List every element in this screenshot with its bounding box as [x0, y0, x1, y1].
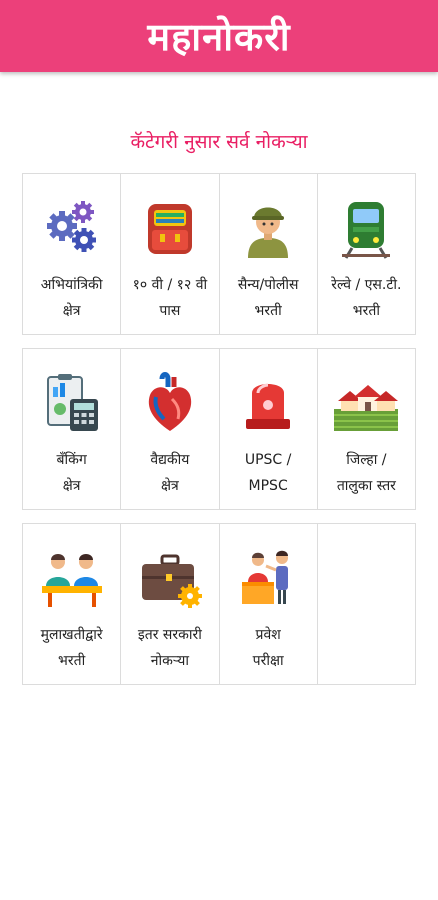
category-banking[interactable]: बँकिंग क्षेत्र	[23, 349, 122, 509]
category-10th-12th[interactable]: १० वी / १२ वी पास	[121, 174, 220, 334]
gears-icon	[46, 201, 96, 252]
backpack-icon	[147, 204, 192, 254]
category-row-3: मुलाखतीद्वारे भरती इतर सरकारी नोकऱ्या प्…	[22, 523, 416, 685]
category-district-taluka[interactable]: जिल्हा / तालुका स्तर	[318, 349, 415, 509]
category-label: वैद्यकीय क्षेत्र	[150, 452, 190, 494]
category-label: सैन्य/पोलीस भरती	[237, 277, 299, 319]
category-heading: कॅटेगरी नुसार सर्व नोकऱ्या	[130, 131, 308, 153]
siren-icon	[246, 383, 291, 429]
category-label: प्रवेश परीक्षा	[252, 627, 284, 669]
category-railway-st[interactable]: रेल्वे / एस.टी. भरती	[318, 174, 415, 334]
category-label: जिल्हा / तालुका स्तर	[336, 452, 396, 494]
calculator-icon	[46, 374, 98, 431]
soldier-icon	[248, 207, 289, 258]
category-row-1: अभियांत्रिकी क्षेत्र १० वी / १२ वी पास स…	[22, 173, 416, 335]
category-medical[interactable]: वैद्यकीय क्षेत्र	[121, 349, 220, 509]
briefcase-icon	[141, 554, 202, 608]
category-empty-cell	[318, 524, 415, 684]
app-header: महानोकरी	[0, 0, 438, 72]
category-upsc-mpsc[interactable]: UPSC / MPSC	[220, 349, 318, 509]
category-label: बँकिंग क्षेत्र	[56, 452, 87, 494]
train-icon	[342, 202, 391, 259]
category-label: १० वी / १२ वी पास	[132, 277, 208, 319]
category-label: मुलाखतीद्वारे भरती	[40, 627, 103, 669]
category-other-govt-jobs[interactable]: इतर सरकारी नोकऱ्या	[121, 524, 220, 684]
category-army-police[interactable]: सैन्य/पोलीस भरती	[220, 174, 318, 334]
category-entrance-exam[interactable]: प्रवेश परीक्षा	[220, 524, 318, 684]
exam-icon	[242, 550, 289, 604]
category-row-2: बँकिंग क्षेत्र वैद्यकीय क्षेत्र UPSC / M…	[22, 348, 416, 510]
category-interview[interactable]: मुलाखतीद्वारे भरती	[23, 524, 122, 684]
app-title: महानोकरी	[147, 15, 291, 59]
category-engineering[interactable]: अभियांत्रिकी क्षेत्र	[23, 174, 122, 334]
category-label: UPSC / MPSC	[244, 452, 292, 494]
interview-icon	[41, 554, 102, 607]
category-label: रेल्वे / एस.टी. भरती	[331, 277, 402, 319]
category-label: अभियांत्रिकी क्षेत्र	[40, 277, 103, 319]
heart-icon	[148, 372, 192, 431]
village-icon	[334, 385, 399, 431]
category-label: इतर सरकारी नोकऱ्या	[137, 627, 202, 669]
